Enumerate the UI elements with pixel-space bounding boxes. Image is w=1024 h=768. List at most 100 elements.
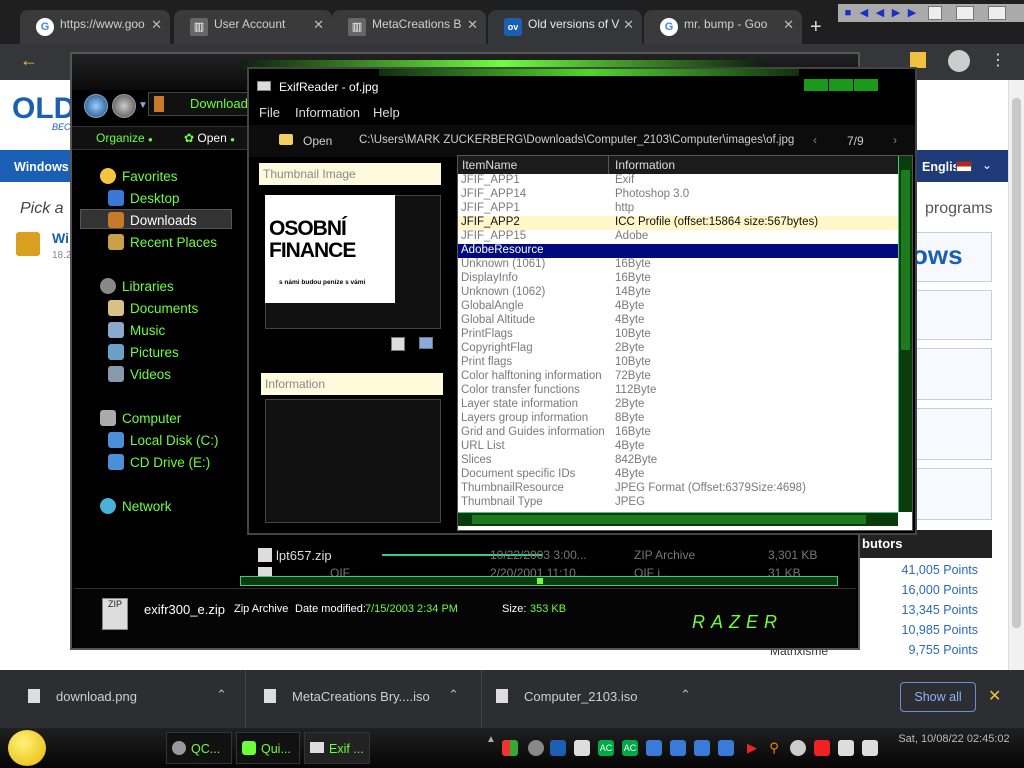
list-row[interactable]: Layer state information 2Byte	[458, 398, 898, 412]
list-row[interactable]: AdobeResource	[458, 244, 898, 258]
back-arrow-icon[interactable]: ←	[20, 50, 38, 71]
tray-app-icon[interactable]	[790, 740, 806, 756]
sidebar-item-downloads[interactable]: Downloads	[108, 212, 197, 228]
list-row[interactable]: Slices 842Byte	[458, 454, 898, 468]
address-bar[interactable]: Download	[190, 96, 248, 111]
close-icon[interactable]: ✕	[151, 17, 162, 33]
list-row[interactable]: CopyrightFlag 2Byte	[458, 342, 898, 356]
site-logo[interactable]: OLD	[12, 92, 75, 126]
list-row[interactable]: JFIF_APP2 ICC Profile (offset:15864 size:…	[458, 216, 898, 230]
chevron-up-icon[interactable]: ⌃	[216, 687, 227, 703]
file-row[interactable]: lpt657.zip 10/22/2003 3:00... ZIP Archiv…	[258, 548, 848, 564]
list-row[interactable]: JFIF_APP1 Exif	[458, 174, 898, 188]
sidebar-item-music[interactable]: Music	[108, 322, 165, 338]
tray-app-icon[interactable]	[814, 740, 830, 756]
vertical-scrollbar[interactable]	[898, 156, 912, 512]
profile-avatar-icon[interactable]	[948, 50, 970, 72]
next-icon[interactable]: ▶	[906, 6, 918, 20]
tray-app-icon[interactable]	[528, 740, 544, 756]
sidebar-item-cd-drive[interactable]: CD Drive (E:)	[108, 454, 210, 470]
speaker-icon[interactable]	[862, 740, 878, 756]
close-icon[interactable]: ✕	[623, 17, 634, 33]
program-name[interactable]: Wi	[52, 230, 69, 246]
horizontal-scrollbar[interactable]	[458, 512, 898, 526]
list-row[interactable]: Global Altitude 4Byte	[458, 314, 898, 328]
search-icon[interactable]: ⚲	[766, 740, 782, 756]
sidebar-item-network[interactable]: Network	[100, 498, 172, 514]
browser-tab-4[interactable]: G mr. bump - Goo ✕	[644, 10, 802, 44]
scrollbar-thumb[interactable]	[901, 170, 910, 350]
list-row[interactable]: Color transfer functions 112Byte	[458, 384, 898, 398]
list-row[interactable]: PrintFlags 10Byte	[458, 328, 898, 342]
sidebar-icon[interactable]	[910, 52, 926, 68]
play-icon[interactable]: ▶	[890, 6, 902, 20]
organize-button[interactable]: Organize ●	[96, 131, 153, 145]
taskbar-button-quick[interactable]: Qui...	[236, 732, 300, 764]
sidebar-item-pictures[interactable]: Pictures	[108, 344, 179, 360]
chevron-down-icon[interactable]: ⌄	[982, 158, 992, 172]
maximize-icon[interactable]	[829, 79, 853, 91]
list-row[interactable]: JFIF_APP14 Photoshop 3.0	[458, 188, 898, 202]
tray-scroll-up-icon[interactable]: ▲	[486, 734, 496, 745]
maximize-icon[interactable]	[956, 6, 974, 20]
tray-app-icon[interactable]	[550, 740, 566, 756]
browser-tab-1[interactable]: ▥ User Account ✕	[174, 10, 332, 44]
exif-item-list[interactable]: ItemName Information JFIF_APP1 Exif JFIF_A…	[457, 155, 913, 531]
previous-icon[interactable]: ‹	[813, 133, 817, 147]
list-row[interactable]: DisplayInfo 16Byte	[458, 272, 898, 286]
tray-ac-icon[interactable]: AC	[622, 740, 638, 756]
column-header-information[interactable]: Information	[615, 158, 675, 172]
smiley-start-icon[interactable]	[8, 730, 46, 766]
tray-ac-icon[interactable]: AC	[598, 740, 614, 756]
column-header-itemname[interactable]: ItemName	[462, 158, 517, 172]
sidebar-item-recent-places[interactable]: Recent Places	[108, 234, 217, 250]
browser-tab-2[interactable]: ▥ MetaCreations B ✕	[332, 10, 486, 44]
menu-file[interactable]: File	[259, 105, 280, 120]
menu-information[interactable]: Information	[295, 105, 360, 120]
restore-icon[interactable]	[988, 6, 1006, 20]
close-icon[interactable]	[854, 79, 878, 91]
list-row[interactable]: Document specific IDs 4Byte	[458, 468, 898, 482]
list-row[interactable]: Thumbnail Type JPEG	[458, 496, 898, 510]
tray-app-icon[interactable]	[670, 740, 686, 756]
previous-icon[interactable]: ◀	[874, 6, 886, 20]
minimize-icon[interactable]	[928, 6, 942, 20]
list-row[interactable]: JFIF_APP15 Adobe	[458, 230, 898, 244]
download-item-1[interactable]: MetaCreations Bry....iso ⌃	[264, 670, 482, 728]
download-item-0[interactable]: download.png ⌃	[28, 670, 246, 728]
close-icon[interactable]: ✕	[467, 17, 478, 33]
list-row[interactable]: Layers group information 8Byte	[458, 412, 898, 426]
close-icon[interactable]: ✕	[313, 17, 324, 33]
windows-banner-text[interactable]: ows	[912, 240, 963, 271]
stop-icon[interactable]: ■	[842, 6, 854, 20]
list-row[interactable]: URL List 4Byte	[458, 440, 898, 454]
sidebar-item-computer[interactable]: Computer	[100, 410, 181, 426]
open-button[interactable]: Open	[303, 134, 332, 148]
tray-app-icon[interactable]	[646, 740, 662, 756]
forward-button-icon[interactable]	[112, 94, 136, 118]
scrollbar-thumb[interactable]	[537, 578, 543, 584]
close-icon[interactable]: ✕	[988, 686, 1001, 706]
horizontal-scrollbar[interactable]	[240, 576, 838, 586]
view-icon[interactable]	[419, 337, 433, 349]
list-row[interactable]: Unknown (1061) 16Byte	[458, 258, 898, 272]
rewind-icon[interactable]: ◀	[858, 6, 870, 20]
page-scrollbar[interactable]	[1008, 80, 1024, 670]
sidebar-item-videos[interactable]: Videos	[108, 366, 171, 382]
sidebar-item-favorites[interactable]: Favorites	[100, 168, 178, 184]
chevron-up-icon[interactable]: ⌃	[448, 687, 459, 703]
tray-app-icon[interactable]	[574, 740, 590, 756]
taskbar-button-exif[interactable]: Exif ...	[304, 732, 370, 764]
open-button[interactable]: ✿ Open ●	[184, 131, 235, 145]
scrollbar-thumb[interactable]	[472, 515, 866, 524]
new-tab-button[interactable]: +	[810, 16, 822, 39]
list-row[interactable]: Color halftoning information 72Byte	[458, 370, 898, 384]
list-row[interactable]: Grid and Guides information 16Byte	[458, 426, 898, 440]
tray-app-icon[interactable]	[718, 740, 734, 756]
browser-tab-0[interactable]: G https://www.goo ✕	[20, 10, 170, 44]
next-icon[interactable]: ›	[893, 133, 897, 147]
taskbar-button-qc[interactable]: QC...	[166, 732, 232, 764]
list-row[interactable]: JFIF_APP1 http	[458, 202, 898, 216]
download-item-2[interactable]: Computer_2103.iso ⌃	[496, 670, 714, 728]
sidebar-item-desktop[interactable]: Desktop	[108, 190, 180, 206]
